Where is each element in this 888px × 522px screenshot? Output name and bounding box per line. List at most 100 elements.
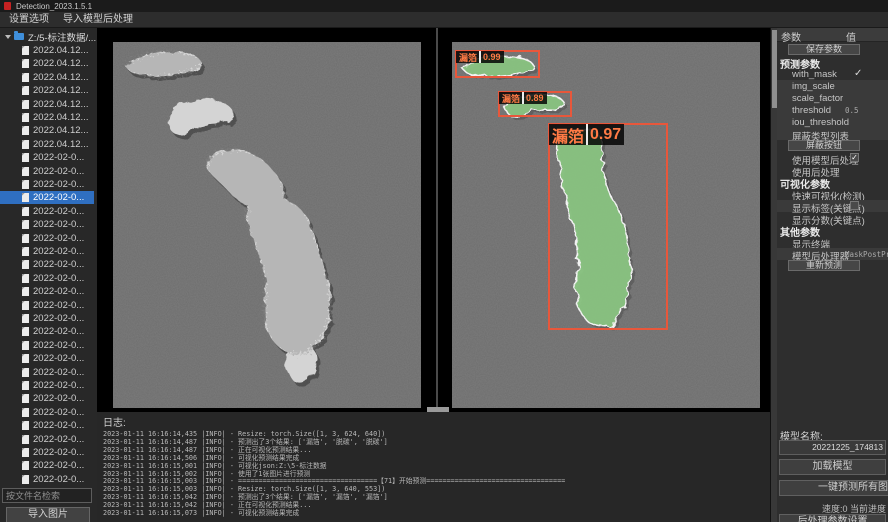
tree-item[interactable]: 2022.04.12... <box>0 57 94 70</box>
tree-item-label: 2022.04.12... <box>33 139 88 150</box>
label-separator <box>586 124 588 145</box>
detection-class: 漏箔 <box>459 51 477 64</box>
detection-label: 漏箔0.97 <box>549 124 624 145</box>
param-item[interactable]: 使用后处理 <box>777 164 888 176</box>
params-scrollbar[interactable] <box>770 28 777 522</box>
tree-item-label: 2022-02-0... <box>33 434 84 445</box>
log-panel[interactable]: 日志: 2023-01-11 16:16:14,435 |INFO| - Res… <box>97 412 770 522</box>
detection-class: 漏箔 <box>552 123 584 147</box>
tree-item-label: 2022-02-0... <box>33 286 84 297</box>
param-item[interactable]: 模型后处理器MaskPostPro <box>777 248 888 260</box>
tree-item-label: 2022-02-0... <box>33 246 84 257</box>
file-icon <box>22 234 29 243</box>
detection-score: 0.99 <box>483 52 501 62</box>
tree-item[interactable]: 2022-02-0... <box>0 151 94 164</box>
tree-item[interactable]: 2022-02-0... <box>0 205 94 218</box>
param-item[interactable]: threshold0.5 <box>777 104 888 116</box>
tree-item[interactable]: 2022.04.12... <box>0 111 94 124</box>
file-icon <box>22 301 29 310</box>
param-item[interactable]: 快速可视化(检测) <box>777 188 888 200</box>
load-model-button[interactable]: 加载模型 <box>779 459 886 475</box>
param-section-header: 其他参数 <box>777 224 888 236</box>
file-icon <box>22 113 29 122</box>
tree-item[interactable]: 2022-02-0... <box>0 232 94 245</box>
checkbox[interactable]: ✓ <box>850 153 859 162</box>
tree-item[interactable]: 2022-02-0... <box>0 285 94 298</box>
param-item[interactable]: 使用模型后处理✓ <box>777 152 888 164</box>
tree-item[interactable]: 2022-02-0... <box>0 352 94 365</box>
tree-item[interactable]: 2022.04.12... <box>0 71 94 84</box>
tree-item[interactable]: 2022-02-0... <box>0 178 94 191</box>
file-icon <box>22 180 29 189</box>
tree-item[interactable]: 2022-02-0... <box>0 473 94 486</box>
tree-item[interactable]: 2022.04.12... <box>0 44 94 57</box>
file-icon <box>22 167 29 176</box>
param-item[interactable]: 显示终端 <box>777 236 888 248</box>
param-label: iou_threshold <box>792 117 849 128</box>
tree-item[interactable]: 2022-02-0... <box>0 392 94 405</box>
tree-item[interactable]: 2022-02-0... <box>0 433 94 446</box>
file-icon <box>22 126 29 135</box>
tree-item[interactable]: 2022-02-0... <box>0 419 94 432</box>
import-images-button[interactable]: 导入图片 <box>6 507 90 522</box>
tree-item[interactable]: 2022-02-0... <box>0 191 94 204</box>
file-icon <box>22 408 29 417</box>
chevron-down-icon <box>5 35 11 39</box>
menu-item-import-postprocess[interactable]: 导入模型后处理 <box>56 12 140 28</box>
tree-item[interactable]: 2022-02-0... <box>0 406 94 419</box>
params-header: 参数 值 <box>777 28 888 42</box>
tree-item[interactable]: 2022-02-0... <box>0 459 94 472</box>
file-icon <box>22 100 29 109</box>
original-image <box>113 42 421 408</box>
param-item[interactable]: iou_threshold <box>777 116 888 128</box>
param-item[interactable]: 显示分数(关键点) <box>777 212 888 224</box>
tree-item[interactable]: 2022-02-0... <box>0 299 94 312</box>
checkbox[interactable] <box>850 201 859 210</box>
tree-item-label: 2022-02-0... <box>33 152 84 163</box>
tree-item[interactable]: 2022-02-0... <box>0 245 94 258</box>
tree-item[interactable]: 2022-02-0... <box>0 325 94 338</box>
tree-item[interactable]: 2022-02-0... <box>0 272 94 285</box>
param-label: with_mask <box>792 69 837 80</box>
tree-item-label: 2022-02-0... <box>33 326 84 337</box>
param-button[interactable]: 重新预测 <box>788 260 860 271</box>
tree-item[interactable]: 2022-02-0... <box>0 379 94 392</box>
postprocess-settings-button[interactable]: 后处理参数设置 <box>779 514 886 522</box>
file-icon <box>22 274 29 283</box>
file-icon <box>22 153 29 162</box>
param-button[interactable]: 屏蔽按钮 <box>788 140 860 151</box>
tree-item-label: 2022-02-0... <box>33 353 84 364</box>
param-item[interactable]: img_scale <box>777 80 888 92</box>
tree-item[interactable]: 2022-02-0... <box>0 366 94 379</box>
folder-icon <box>14 33 24 40</box>
tree-item[interactable]: 2022.04.12... <box>0 124 94 137</box>
file-icon <box>22 207 29 216</box>
param-item[interactable]: 显示标签(关键点) <box>777 200 888 212</box>
tree-item-label: 2022-02-0... <box>33 460 84 471</box>
param-button[interactable]: 保存参数 <box>788 44 860 55</box>
file-icon <box>22 73 29 82</box>
tree-item-label: 2022-02-0... <box>33 273 84 284</box>
tree-item[interactable]: 2022.04.12... <box>0 98 94 111</box>
tree-root-item[interactable]: Z:/5-标注数据/... <box>0 30 97 43</box>
menu-item-settings[interactable]: 设置选项 <box>2 12 56 28</box>
param-item[interactable]: with_mask✓ <box>777 68 888 80</box>
viewer-splitter[interactable] <box>436 28 438 408</box>
tree-item-label: 2022-02-0... <box>33 367 84 378</box>
param-item[interactable]: scale_factor <box>777 92 888 104</box>
search-input[interactable] <box>2 488 92 503</box>
tree-item[interactable]: 2022-02-0... <box>0 446 94 459</box>
tree-item[interactable]: 2022-02-0... <box>0 312 94 325</box>
tree-item-label: 2022-02-0... <box>33 474 84 485</box>
param-item[interactable]: 屏蔽类型列表 <box>777 128 888 140</box>
detection-class: 漏箔 <box>502 92 520 105</box>
tree-item[interactable]: 2022-02-0... <box>0 339 94 352</box>
tree-item[interactable]: 2022.04.12... <box>0 138 94 151</box>
predict-all-button[interactable]: 一键预测所有图片 <box>779 480 888 496</box>
tree-item[interactable]: 2022-02-0... <box>0 258 94 271</box>
model-name-field[interactable]: 20221225_174813 <box>779 440 886 455</box>
tree-item[interactable]: 2022.04.12... <box>0 84 94 97</box>
file-icon <box>22 46 29 55</box>
tree-item[interactable]: 2022-02-0... <box>0 165 94 178</box>
tree-item[interactable]: 2022-02-0... <box>0 218 94 231</box>
